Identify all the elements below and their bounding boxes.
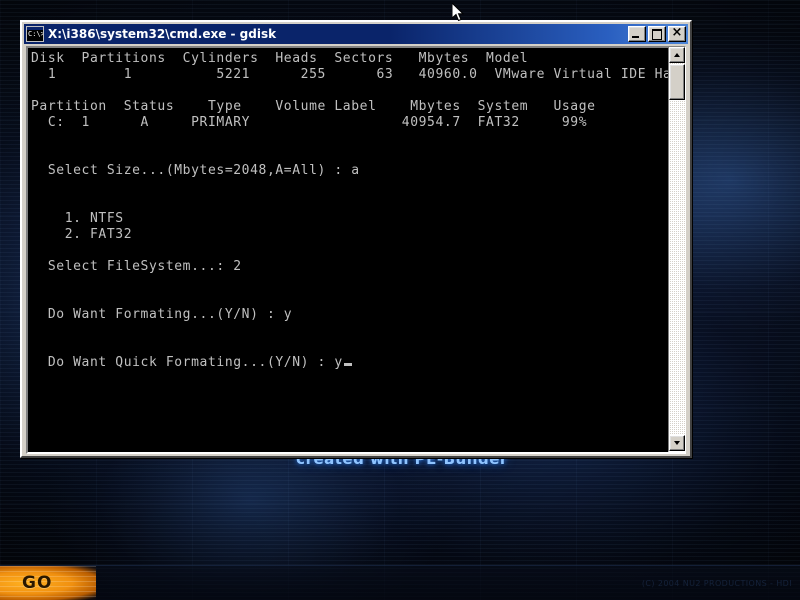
console-window[interactable]: C:\> X:\i386\system32\cmd.exe - gdisk Di… [20, 20, 692, 458]
text-cursor [343, 363, 352, 366]
scrollbar-track[interactable] [669, 63, 685, 435]
close-button[interactable] [668, 24, 686, 42]
window-titlebar[interactable]: C:\> X:\i386\system32\cmd.exe - gdisk [24, 24, 688, 44]
start-button[interactable]: GO [0, 566, 96, 600]
start-button-label: GO [22, 573, 53, 593]
scroll-up-arrow-icon[interactable] [669, 47, 685, 63]
window-title: X:\i386\system32\cmd.exe - gdisk [48, 27, 277, 41]
vertical-scrollbar[interactable] [668, 46, 686, 452]
taskbar: GO [0, 565, 800, 600]
console-output: Disk Partitions Cylinders Heads Sectors … [31, 51, 684, 371]
scrollbar-thumb[interactable] [669, 64, 685, 100]
mouse-pointer-icon [452, 3, 465, 22]
minimize-button[interactable] [628, 26, 646, 42]
maximize-button[interactable] [648, 26, 666, 42]
scroll-down-arrow-icon[interactable] [669, 435, 685, 451]
console-client-area[interactable]: Disk Partitions Cylinders Heads Sectors … [26, 46, 686, 454]
cmd-icon: C:\> [26, 26, 44, 42]
console-screen-text: Disk Partitions Cylinders Heads Sectors … [31, 51, 684, 370]
cmd-icon-glyph: C:\> [28, 30, 44, 38]
